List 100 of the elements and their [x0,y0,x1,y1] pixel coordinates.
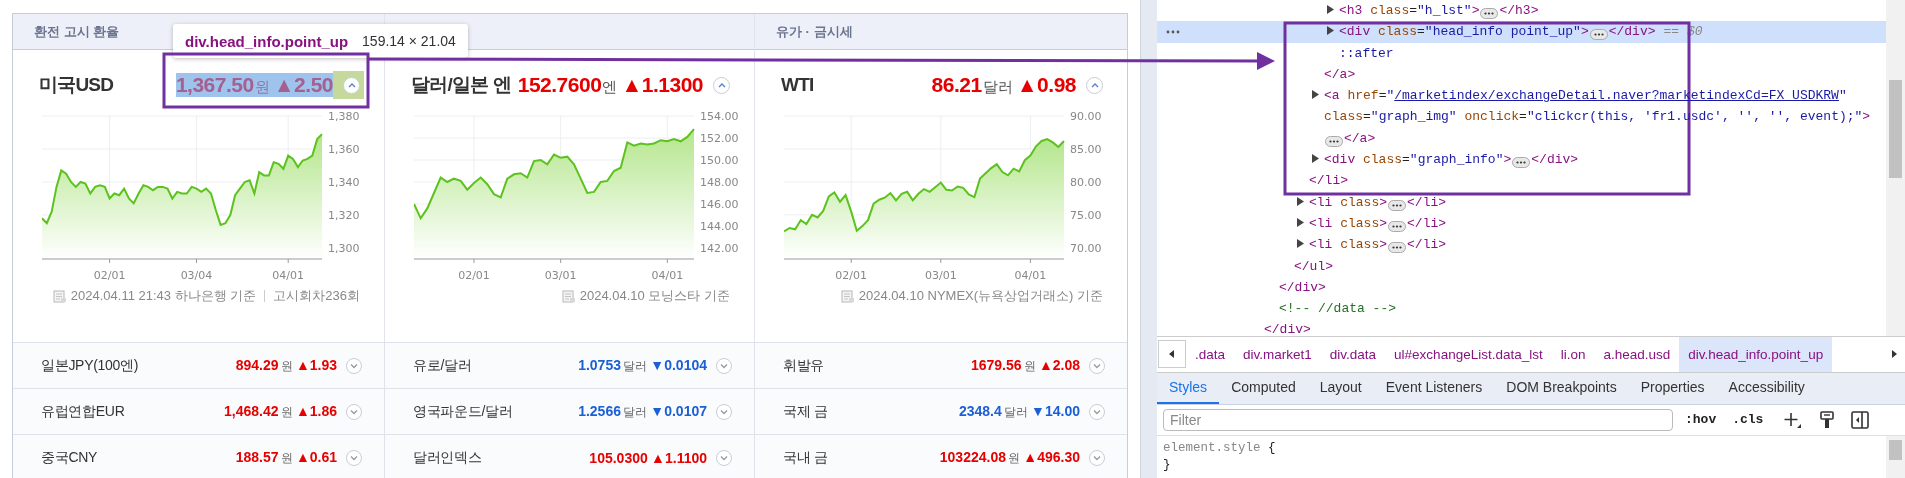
dom-row[interactable]: </div> [1157,276,1886,299]
collapse-button[interactable] [713,76,730,94]
code-text: </li> [1407,215,1447,231]
rate-name[interactable]: 국제 금 [783,402,959,421]
ellipsis-button[interactable] [1589,29,1608,41]
panel-tab[interactable]: Event Listeners [1373,372,1495,404]
axis-label: 04/01 [1014,269,1047,282]
rate-name[interactable]: 중국CNY [41,448,236,467]
dom-row[interactable]: </ul> [1157,255,1886,277]
sidebar-icon[interactable] [1851,410,1870,429]
axis-label: 146.00 [700,198,739,211]
chevron-down-icon [720,362,728,369]
chevron-down-icon [1093,454,1101,461]
panel-tab[interactable]: Properties [1628,372,1717,404]
currency-name[interactable]: 달러/일본 엔 [411,72,511,98]
panel-tab[interactable]: DOM Breakpoints [1494,372,1629,404]
toggle-button[interactable]: .cls [1728,412,1768,428]
rate-value: 188.57 원 ▲0.61 [235,448,337,467]
expand-triangle-icon[interactable] [1326,5,1335,14]
axis-label: 142.00 [700,242,739,255]
rate-name[interactable]: 달러인덱스 [413,448,590,467]
rate-name[interactable]: 휘발유 [783,356,971,375]
ellipsis-icon [1392,224,1403,228]
currency-name[interactable]: 미국USD [39,72,114,98]
code-text: </a> [1324,66,1356,82]
dom-row[interactable]: <li class> </li> [1157,191,1886,213]
chevron-down-icon [1093,362,1101,369]
expand-triangle-icon[interactable] [1311,90,1320,100]
breadcrumb[interactable]: div.head_info.point_up [1679,337,1833,372]
code-text: </h3> [1499,3,1539,18]
expand-triangle-icon[interactable] [1326,26,1335,36]
collapse-button[interactable] [1086,76,1103,94]
axis-label: 1,320 [328,208,360,222]
ellipsis-button[interactable] [1480,8,1499,19]
dom-row[interactable]: </a> [1157,63,1886,86]
axis-label: 80.00 [1070,175,1102,189]
ellipsis-button[interactable] [1325,135,1343,147]
scrollbar[interactable] [1886,436,1905,478]
expand-triangle-icon[interactable] [1296,196,1305,206]
expand-button[interactable] [1089,357,1105,374]
dom-row[interactable]: <div class="graph_info"> </div> [1157,149,1886,171]
line-chart[interactable]: 90.00 85.00 80.00 75.00 70.00 02/01 03/01 04/01 [784,107,1114,287]
expand-button[interactable] [716,403,732,420]
expand-button[interactable] [716,357,732,374]
dom-row[interactable]: </li> [1157,170,1886,192]
rate-name[interactable]: 유럽연합EUR [41,402,225,421]
code-text: </div> [1608,24,1656,40]
expand-triangle-icon[interactable] [1296,239,1305,249]
scrollbar[interactable] [1886,0,1905,336]
triangle-right-icon [1891,350,1897,359]
expand-button[interactable] [1089,449,1105,466]
paint-roller-icon[interactable] [1819,410,1836,429]
axis-label: 04/01 [651,269,684,282]
ellipsis-button[interactable] [1388,220,1407,232]
line-chart[interactable]: 154.00 152.00 150.00 148.00 146.00 144.00 142.00 02/01 03/01 04/01 [414,107,744,287]
axis-label: 03/01 [544,269,577,282]
add-icon[interactable] [1783,410,1804,429]
scroll-left-button[interactable] [1158,340,1186,369]
ellipsis-button[interactable] [1512,157,1531,169]
axis-label: 90.00 [1070,110,1102,123]
panel-tab[interactable]: Accessibility [1716,372,1817,404]
rate-value: 1,468.42 원 ▲1.86 [224,402,337,421]
expand-button[interactable] [1089,403,1105,420]
rate-name[interactable]: 영국파운드/달러 [413,402,579,421]
rate-name[interactable]: 유로/달러 [413,356,579,375]
rate-name[interactable]: 일본JPY(100엔) [41,356,236,375]
expand-button[interactable] [346,403,362,420]
expand-triangle-icon[interactable] [1296,217,1305,227]
dom-row[interactable]: <!-- //data --> [1157,298,1886,320]
brace: { [1268,441,1276,455]
chevron-down-icon [350,408,358,415]
panel-tab[interactable]: Computed [1219,372,1308,404]
panel-tab[interactable]: Layout [1307,372,1374,404]
panel-tab[interactable]: Styles [1157,372,1220,404]
code-text: </div> [1264,322,1311,338]
expand-button[interactable] [346,449,362,466]
toggle-button[interactable]: :hov [1681,412,1721,428]
rate-value: 1.2566 달러 ▼0.0107 [578,402,707,421]
rate-name[interactable]: 국내 금 [783,448,940,467]
collapse-button[interactable] [343,76,360,94]
axis-label: 03/04 [180,269,213,282]
axis-label: 02/01 [835,269,868,282]
code-text: </li> [1407,237,1447,253]
dom-row[interactable]: <li class> </li> [1157,212,1886,235]
rate-value: 894.29 원 ▲1.93 [235,356,337,375]
dom-row[interactable]: <li class> </li> [1157,234,1886,256]
document-icon [52,289,67,303]
more-icon[interactable] [1166,30,1180,35]
expand-triangle-icon[interactable] [1311,154,1320,164]
expand-button[interactable] [346,357,362,374]
ellipsis-button[interactable] [1388,199,1407,211]
line-chart[interactable]: 1,380 1,360 1,340 1,320 1,300 02/01 03/04 04/01 [42,107,372,287]
dom-row[interactable]: ::after [1157,42,1886,64]
filter-field[interactable]: Filter [1163,408,1673,431]
currency-name[interactable]: WTI [781,74,814,96]
ellipsis-button[interactable] [1388,242,1407,254]
code-text: </li> [1309,173,1348,189]
dom-row[interactable]: <h3 class="h_lst"> </h3> [1157,0,1886,22]
expand-button[interactable] [716,449,732,466]
axis-label: 02/01 [93,269,126,282]
